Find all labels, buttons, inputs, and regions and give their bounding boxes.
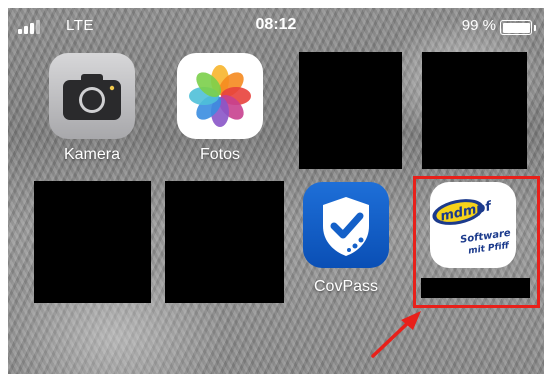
status-bar: LTE 08:12 99 % — [8, 8, 544, 42]
app-label-fotos: Fotos — [199, 146, 240, 163]
app-covpass[interactable]: CovPass — [303, 182, 423, 302]
redacted-app-3 — [34, 181, 151, 303]
app-fotos[interactable]: Fotos — [177, 53, 297, 173]
redacted-app-2 — [422, 52, 527, 169]
battery-icon — [500, 20, 536, 35]
red-arrow-icon — [371, 311, 421, 358]
covpass-shield-icon — [303, 182, 389, 268]
camera-icon — [49, 53, 135, 139]
app-label-covpass: CovPass — [313, 278, 379, 295]
app-label-kamera: Kamera — [63, 146, 121, 163]
redacted-app-1 — [299, 52, 402, 169]
highlight-box — [413, 176, 540, 308]
battery-percentage: 99 % — [461, 17, 496, 34]
photos-flower-icon — [177, 53, 263, 139]
home-screen: LTE 08:12 99 % Kamera Fotos CovPass mdmp… — [8, 8, 544, 374]
redacted-app-4 — [165, 181, 284, 303]
app-kamera[interactable]: Kamera — [49, 53, 169, 173]
